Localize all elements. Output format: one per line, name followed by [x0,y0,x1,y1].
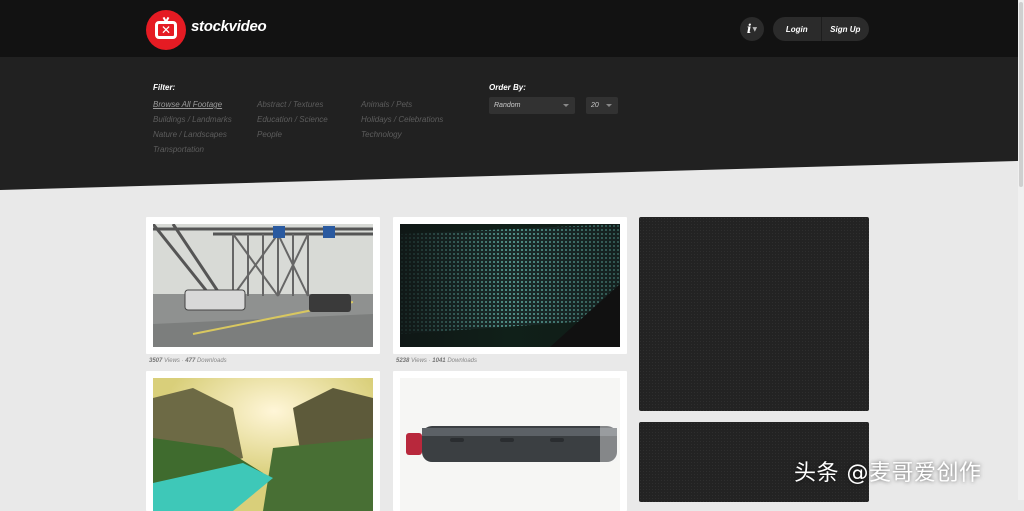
video-card[interactable] [146,217,380,354]
order-by-value: Random [494,102,521,109]
info-icon: i [746,22,752,36]
scrollbar-thumb[interactable] [1019,2,1023,187]
vertical-scrollbar[interactable] [1018,0,1024,500]
watermark-text: 头条 @麦哥爱创作 [794,461,982,486]
filter-heading: Filter: [153,83,176,92]
video-card[interactable] [393,217,627,354]
filter-column-1: Browse All Footage Buildings / Landmarks… [153,97,232,157]
video-stats: 3507 Views · 477 Downloads [149,358,227,364]
video-card[interactable] [146,371,380,511]
per-page-select[interactable]: 20 [586,97,618,114]
order-by-heading: Order By: [489,83,526,92]
filter-panel: Filter: Browse All Footage Buildings / L… [0,57,1024,190]
chevron-down-icon [606,104,612,107]
filter-people[interactable]: People [257,127,328,142]
filter-holidays-celebrations[interactable]: Holidays / Celebrations [361,112,443,127]
video-thumbnail-canyon[interactable] [153,378,373,511]
texture-image [400,224,620,347]
filter-column-2: Abstract / Textures Education / Science … [257,97,328,142]
canyon-image [153,378,373,511]
filter-column-3: Animals / Pets Holidays / Celebrations T… [361,97,443,142]
downloads-label: Downloads [196,358,227,364]
download-count: 477 [185,358,196,364]
video-thumbnail-bottle[interactable] [400,378,620,511]
video-stats: 5238 Views · 1041 Downloads [396,358,477,364]
info-menu-button[interactable]: i ▼ [740,17,764,41]
filter-animals-pets[interactable]: Animals / Pets [361,97,443,112]
ad-panel[interactable] [639,217,869,411]
video-thumbnail-texture[interactable] [400,224,620,347]
filter-buildings-landmarks[interactable]: Buildings / Landmarks [153,112,232,127]
filter-education-science[interactable]: Education / Science [257,112,328,127]
order-by-select[interactable]: Random [489,97,575,114]
login-button[interactable]: Login [773,17,821,41]
download-count: 1041 [432,358,446,364]
view-count: 5238 [396,358,410,364]
brand-name[interactable]: stockvideo [191,18,267,35]
video-card[interactable] [393,371,627,511]
logo-icon[interactable]: ✕ [146,10,186,50]
video-thumbnail-bridge[interactable] [153,224,373,347]
view-count: 3507 [149,358,163,364]
filter-nature-landscapes[interactable]: Nature / Landscapes [153,127,232,142]
views-label: Views [164,358,180,364]
views-label: Views [411,358,427,364]
chevron-down-icon [563,104,569,107]
tv-x-logo-icon: ✕ [155,21,177,39]
per-page-value: 20 [591,102,599,109]
downloads-label: Downloads [447,358,477,364]
filter-transportation[interactable]: Transportation [153,142,232,157]
chevron-down-icon: ▼ [752,25,758,33]
auth-buttons: Login Sign Up [773,17,869,41]
bottle-image [406,426,617,462]
filter-technology[interactable]: Technology [361,127,443,142]
bridge-image [153,224,373,347]
filter-browse-all[interactable]: Browse All Footage [153,97,232,112]
top-header: ✕ stockvideo i ▼ Login Sign Up [0,0,1024,57]
signup-button[interactable]: Sign Up [820,17,870,41]
filter-abstract-textures[interactable]: Abstract / Textures [257,97,328,112]
